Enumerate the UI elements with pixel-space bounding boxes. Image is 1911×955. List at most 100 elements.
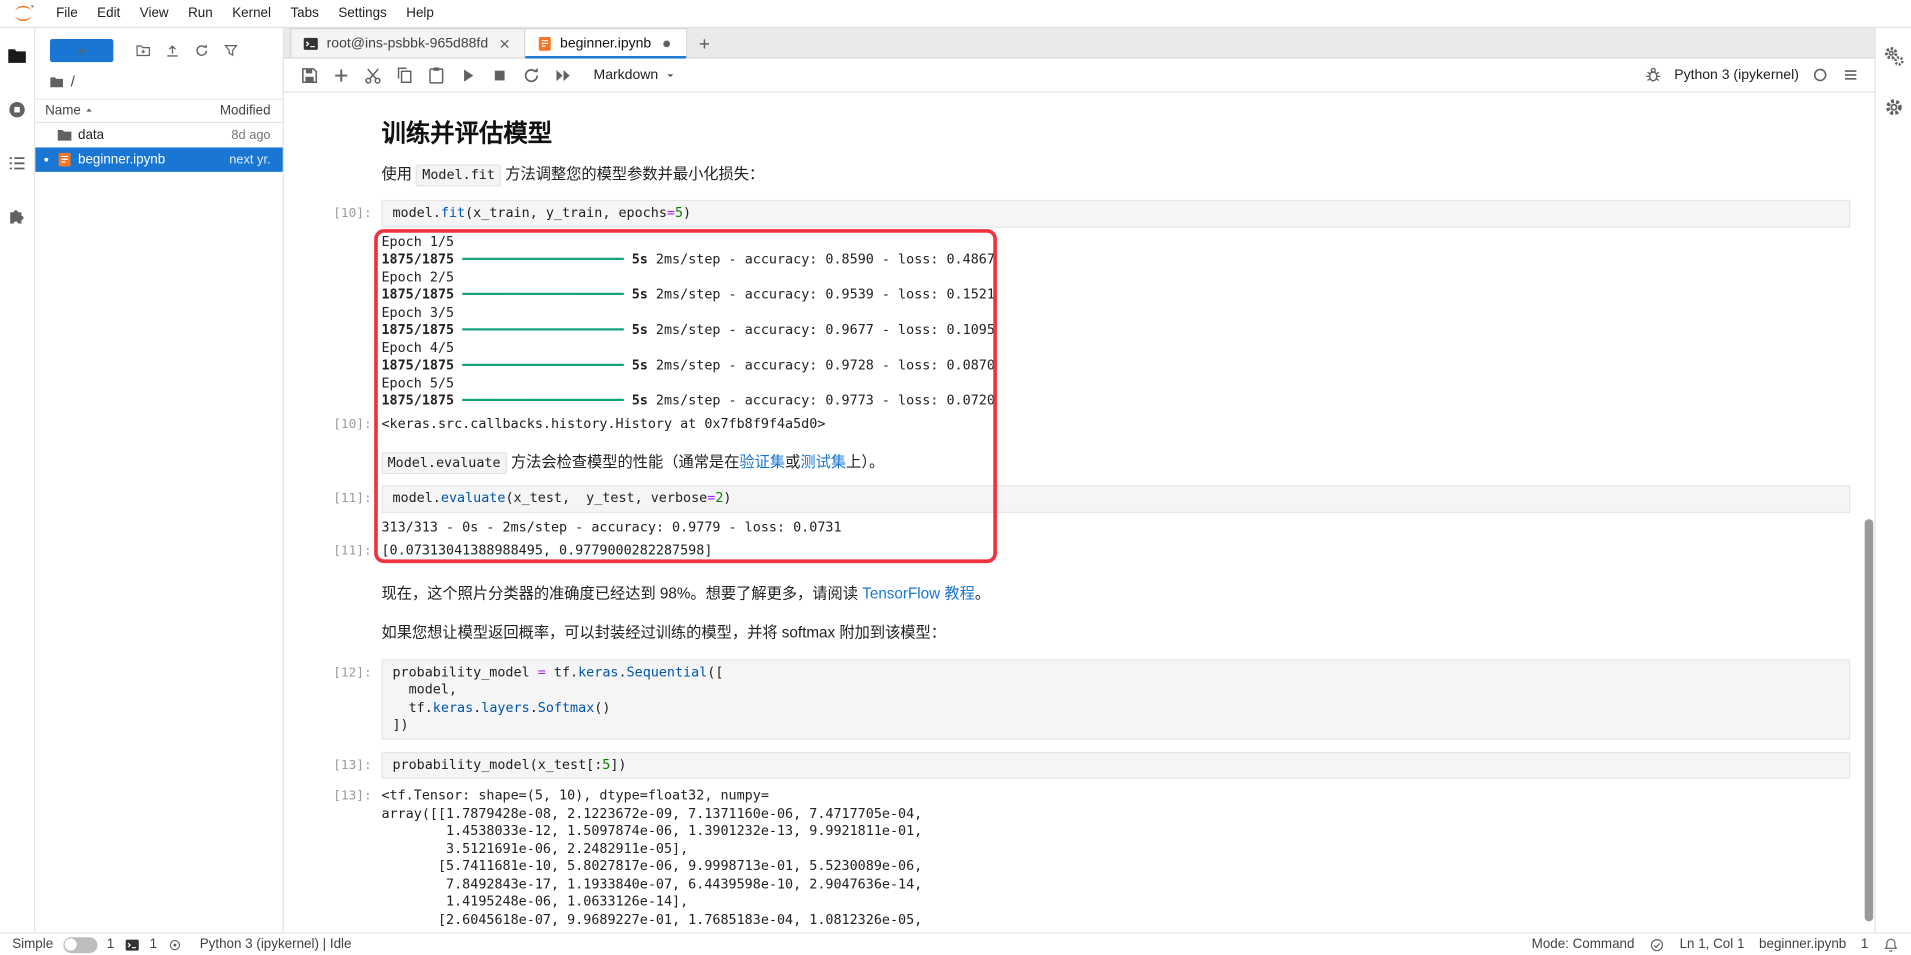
menu-item-edit[interactable]: Edit bbox=[87, 6, 130, 21]
refresh-icon bbox=[522, 65, 542, 85]
simple-mode-toggle[interactable] bbox=[63, 937, 97, 953]
kernel-status-text[interactable]: Python 3 (ipykernel) | Idle bbox=[200, 937, 352, 952]
file-row-beginner.ipynb[interactable]: beginner.ipynbnext yr. bbox=[35, 147, 282, 171]
close-tab-icon[interactable] bbox=[495, 35, 512, 52]
tab-root-ins-psbbk-965d88fd[interactable]: root@ins-psbbk-965d88fd bbox=[290, 28, 525, 57]
table-of-contents-icon[interactable] bbox=[6, 152, 28, 174]
execution-count bbox=[284, 619, 382, 646]
markdown-cell: Model.evaluate 方法会检查模型的性能（通常是在验证集或测试集上）。 bbox=[284, 449, 1874, 476]
bell-icon[interactable] bbox=[1883, 937, 1899, 953]
debugger-bug-icon[interactable] bbox=[1644, 66, 1662, 84]
notebook-scrollbar[interactable] bbox=[1865, 93, 1874, 933]
simple-mode-label: Simple bbox=[12, 937, 53, 952]
restart-kernel-button[interactable] bbox=[518, 62, 545, 89]
paste-cells-button[interactable] bbox=[423, 62, 450, 89]
code-cell: [10]:model.fit(x_train, y_train, epochs=… bbox=[284, 200, 1874, 227]
tab-label: root@ins-psbbk-965d88fd bbox=[327, 36, 489, 51]
markdown-link[interactable]: 测试集 bbox=[800, 453, 846, 470]
restart-and-run-all-button[interactable] bbox=[550, 62, 577, 89]
name-column-label: Name bbox=[45, 104, 81, 119]
toolbar-kernel-area: Python 3 (ipykernel) bbox=[1644, 66, 1860, 84]
sort-by-name-header[interactable]: Name bbox=[45, 104, 95, 119]
property-inspector-icon[interactable] bbox=[1882, 45, 1904, 67]
refresh-file-list-button[interactable] bbox=[194, 43, 210, 59]
cursor-position[interactable]: Ln 1, Col 1 bbox=[1680, 937, 1745, 952]
terminal-icon[interactable] bbox=[124, 937, 140, 953]
interrupt-kernel-button[interactable] bbox=[486, 62, 513, 89]
code-line: probability_model = tf.keras.Sequential(… bbox=[392, 664, 1839, 682]
code-editor[interactable]: model.evaluate(x_test, y_test, verbose=2… bbox=[381, 485, 1850, 512]
cell-output-result: [11]:[0.07313041388988495, 0.97790002822… bbox=[284, 542, 1874, 560]
markdown-link[interactable]: TensorFlow 教程 bbox=[862, 584, 975, 601]
file-modified: next yr. bbox=[229, 152, 270, 167]
scrollbar-thumb[interactable] bbox=[1865, 519, 1874, 921]
markdown-span: 。 bbox=[975, 584, 990, 601]
markdown-link[interactable]: 验证集 bbox=[739, 453, 785, 470]
cut-cells-button[interactable] bbox=[360, 62, 387, 89]
code-editor[interactable]: model.fit(x_train, y_train, epochs=5) bbox=[381, 200, 1850, 227]
inline-code: Model.evaluate bbox=[381, 452, 506, 474]
tab-beginner-ipynb[interactable]: beginner.ipynb bbox=[523, 28, 687, 57]
cell-output-result: [13]:<tf.Tensor: shape=(5, 10), dtype=fl… bbox=[284, 787, 1874, 928]
execution-count bbox=[284, 233, 382, 410]
copy-icon bbox=[395, 65, 415, 85]
menu-item-file[interactable]: File bbox=[46, 6, 87, 21]
code-line: probability_model(x_test[:5]) bbox=[392, 756, 1839, 774]
jupyterlab-window: FileEditViewRunKernelTabsSettingsHelp / … bbox=[0, 0, 1911, 955]
output-text: <tf.Tensor: shape=(5, 10), dtype=float32… bbox=[381, 787, 1850, 928]
new-tab-button[interactable] bbox=[690, 29, 719, 57]
upload-files-button[interactable] bbox=[165, 43, 181, 59]
epoch-progress-line: 1875/1875 ━━━━━━━━━━━━━━━━━━━━ 5s 2ms/st… bbox=[381, 286, 1850, 304]
cell-type-dropdown[interactable]: Markdown bbox=[594, 68, 677, 83]
code-editor[interactable]: probability_model(x_test[:5]) bbox=[381, 751, 1850, 778]
save-button[interactable] bbox=[296, 62, 323, 89]
execution-count bbox=[284, 449, 382, 476]
extension-manager-icon[interactable] bbox=[6, 206, 28, 228]
markdown-cell: 使用 Model.fit 方法调整您的模型参数并最小化损失： bbox=[284, 161, 1874, 188]
code-line: model.fit(x_train, y_train, epochs=5) bbox=[392, 205, 1839, 223]
stream-text: 313/313 - 0s - 2ms/step - accuracy: 0.97… bbox=[381, 519, 1850, 537]
output-text: [0.07313041388988495, 0.9779000282287598… bbox=[381, 542, 1850, 560]
epoch-header: Epoch 1/5 bbox=[381, 233, 1850, 251]
menu-item-run[interactable]: Run bbox=[178, 6, 222, 21]
notebook-heading: 训练并评估模型 bbox=[381, 117, 1850, 151]
kernel-icon[interactable] bbox=[167, 937, 183, 953]
menu-item-kernel[interactable]: Kernel bbox=[222, 6, 280, 21]
notebook-toolbar-buttons bbox=[296, 62, 576, 89]
kernel-status-idle-icon bbox=[1811, 66, 1829, 84]
tab-label: beginner.ipynb bbox=[560, 36, 651, 51]
epoch-progress-line: 1875/1875 ━━━━━━━━━━━━━━━━━━━━ 5s 2ms/st… bbox=[381, 322, 1850, 340]
markdown-span: 如果您想让模型返回概率，可以封装经过训练的模型，并将 softmax 附加到该模… bbox=[381, 623, 946, 640]
markdown-span: 上）。 bbox=[846, 453, 884, 470]
code-line: tf.keras.layers.Softmax() bbox=[392, 699, 1839, 717]
settings-gear-icon[interactable] bbox=[1882, 96, 1904, 118]
code-editor[interactable]: probability_model = tf.keras.Sequential(… bbox=[381, 659, 1850, 739]
new-folder-button[interactable] bbox=[135, 43, 151, 59]
statusbar-filename: beginner.ipynb bbox=[1759, 937, 1846, 952]
home-folder-icon[interactable] bbox=[49, 74, 65, 90]
file-browser-icon[interactable] bbox=[6, 45, 28, 67]
markdown-span: 方法会检查模型的性能（通常是在 bbox=[507, 453, 740, 470]
file-row-data[interactable]: data8d ago bbox=[35, 123, 282, 147]
filter-files-button[interactable] bbox=[223, 43, 239, 59]
breadcrumb-root[interactable]: / bbox=[71, 73, 75, 90]
notifications-count[interactable]: 1 bbox=[1861, 937, 1868, 952]
menu-item-tabs[interactable]: Tabs bbox=[281, 6, 329, 21]
execution-count: [13]: bbox=[284, 751, 382, 778]
copy-cells-button[interactable] bbox=[391, 62, 418, 89]
main-dock-panel: root@ins-psbbk-965d88fd beginner.ipynb Ma… bbox=[284, 28, 1874, 932]
run-cell-button[interactable] bbox=[455, 62, 482, 89]
menu-item-view[interactable]: View bbox=[130, 6, 178, 21]
kernel-name-button[interactable]: Python 3 (ipykernel) bbox=[1674, 68, 1799, 83]
markdown-heading-cell: 训练并评估模型 bbox=[284, 117, 1874, 151]
running-sessions-icon[interactable] bbox=[6, 99, 28, 121]
modified-column-label[interactable]: Modified bbox=[220, 104, 271, 119]
menu-item-help[interactable]: Help bbox=[397, 6, 444, 21]
terminal-icon bbox=[302, 35, 319, 52]
new-launcher-button[interactable] bbox=[50, 39, 113, 62]
menu-item-settings[interactable]: Settings bbox=[329, 6, 397, 21]
more-commands-icon[interactable] bbox=[1842, 66, 1860, 84]
training-log: Epoch 1/5 1875/1875 ━━━━━━━━━━━━━━━━━━━━ … bbox=[381, 233, 1850, 410]
tab-bar-tabs: root@ins-psbbk-965d88fd beginner.ipynb bbox=[290, 28, 686, 57]
insert-cell-below-button[interactable] bbox=[328, 62, 355, 89]
